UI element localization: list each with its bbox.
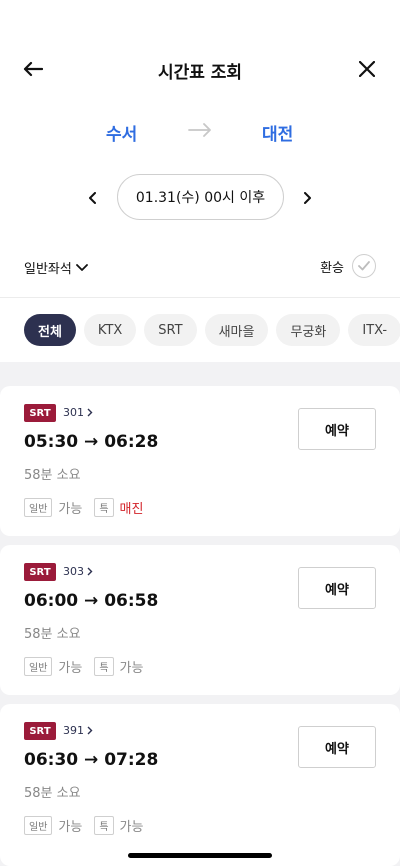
duration: 58분 소요 <box>24 627 81 642</box>
transfer-toggle[interactable]: 환승 <box>320 254 376 278</box>
tab-ktx[interactable]: KTX <box>83 314 137 346</box>
train-card[interactable]: SRT 303 06:00 → 06:58 58분 소요 일반 가능 특 가능 … <box>0 545 400 695</box>
train-number: 391 <box>63 724 84 737</box>
duration: 58분 소요 <box>24 786 81 801</box>
general-seat-status: 가능 <box>58 661 83 676</box>
general-seat-tag: 일반 <box>24 498 53 517</box>
route: 수서 대전 <box>0 120 400 150</box>
chevron-right-icon <box>87 567 93 576</box>
tab-saemaeul[interactable]: 새마을 <box>204 314 269 346</box>
header: 시간표 조회 <box>0 0 400 140</box>
special-seat-tag: 특 <box>94 498 114 517</box>
departure-arrival-times: 06:00 → 06:58 <box>24 591 159 611</box>
seat-availability: 일반 가능 특 매진 <box>24 498 155 517</box>
special-seat-tag: 특 <box>94 657 114 676</box>
date-selector: 01.31(수) 00시 이후 <box>0 174 400 222</box>
train-card[interactable]: SRT 391 06:30 → 07:28 58분 소요 일반 가능 특 가능 … <box>0 704 400 866</box>
train-number: 303 <box>63 565 84 578</box>
arrival-station[interactable]: 대전 <box>262 120 293 145</box>
general-seat-tag: 일반 <box>24 657 53 676</box>
divider <box>0 297 400 298</box>
chevron-right-icon <box>87 726 93 735</box>
reserve-button[interactable]: 예약 <box>298 726 376 768</box>
special-seat-status: 가능 <box>119 820 144 835</box>
general-seat-tag: 일반 <box>24 816 53 835</box>
departure-arrival-times: 05:30 → 06:28 <box>24 432 159 452</box>
train-number-link[interactable]: 391 <box>63 724 93 737</box>
tab-mugunghwa[interactable]: 무궁화 <box>276 314 341 346</box>
departure-arrival-times: 06:30 → 07:28 <box>24 750 159 770</box>
train-number-link[interactable]: 301 <box>63 406 93 419</box>
special-seat-tag: 특 <box>94 816 114 835</box>
train-type-badge: SRT <box>24 563 56 581</box>
train-type-tabs: 전체 KTX SRT 새마을 무궁화 ITX- <box>24 314 400 348</box>
train-type-badge: SRT <box>24 722 56 740</box>
departure-station[interactable]: 수서 <box>106 120 137 145</box>
train-number: 301 <box>63 406 84 419</box>
reserve-button[interactable]: 예약 <box>298 567 376 609</box>
page-title: 시간표 조회 <box>157 63 243 83</box>
seat-availability: 일반 가능 특 가능 <box>24 816 155 835</box>
train-type-badge: SRT <box>24 404 56 422</box>
chevron-down-icon <box>75 263 88 271</box>
check-icon <box>352 254 376 278</box>
tab-itx[interactable]: ITX- <box>348 314 400 346</box>
general-seat-status: 가능 <box>58 820 83 835</box>
special-seat-status: 매진 <box>119 502 144 517</box>
chevron-right-icon <box>87 408 93 417</box>
reserve-button[interactable]: 예약 <box>298 408 376 450</box>
tab-all[interactable]: 전체 <box>24 314 76 346</box>
transfer-label: 환승 <box>320 260 344 276</box>
arrow-right-icon <box>188 122 212 141</box>
general-seat-status: 가능 <box>58 502 83 517</box>
special-seat-status: 가능 <box>119 661 144 676</box>
train-card[interactable]: SRT 301 05:30 → 06:28 58분 소요 일반 가능 특 매진 … <box>0 386 400 536</box>
prev-date-button[interactable] <box>82 186 102 210</box>
seat-class-label: 일반좌석 <box>24 262 72 277</box>
seat-class-dropdown[interactable]: 일반좌석 <box>24 258 88 277</box>
close-icon <box>359 61 375 77</box>
date-button[interactable]: 01.31(수) 00시 이후 <box>117 174 284 220</box>
train-number-link[interactable]: 303 <box>63 565 93 578</box>
tab-srt[interactable]: SRT <box>144 314 197 346</box>
chevron-left-icon <box>89 192 96 204</box>
chevron-right-icon <box>304 192 311 204</box>
close-button[interactable] <box>352 54 382 84</box>
next-date-button[interactable] <box>298 186 318 210</box>
filter-row: 일반좌석 환승 <box>0 254 400 282</box>
home-indicator <box>128 853 272 858</box>
duration: 58분 소요 <box>24 468 81 483</box>
seat-availability: 일반 가능 특 가능 <box>24 657 155 676</box>
